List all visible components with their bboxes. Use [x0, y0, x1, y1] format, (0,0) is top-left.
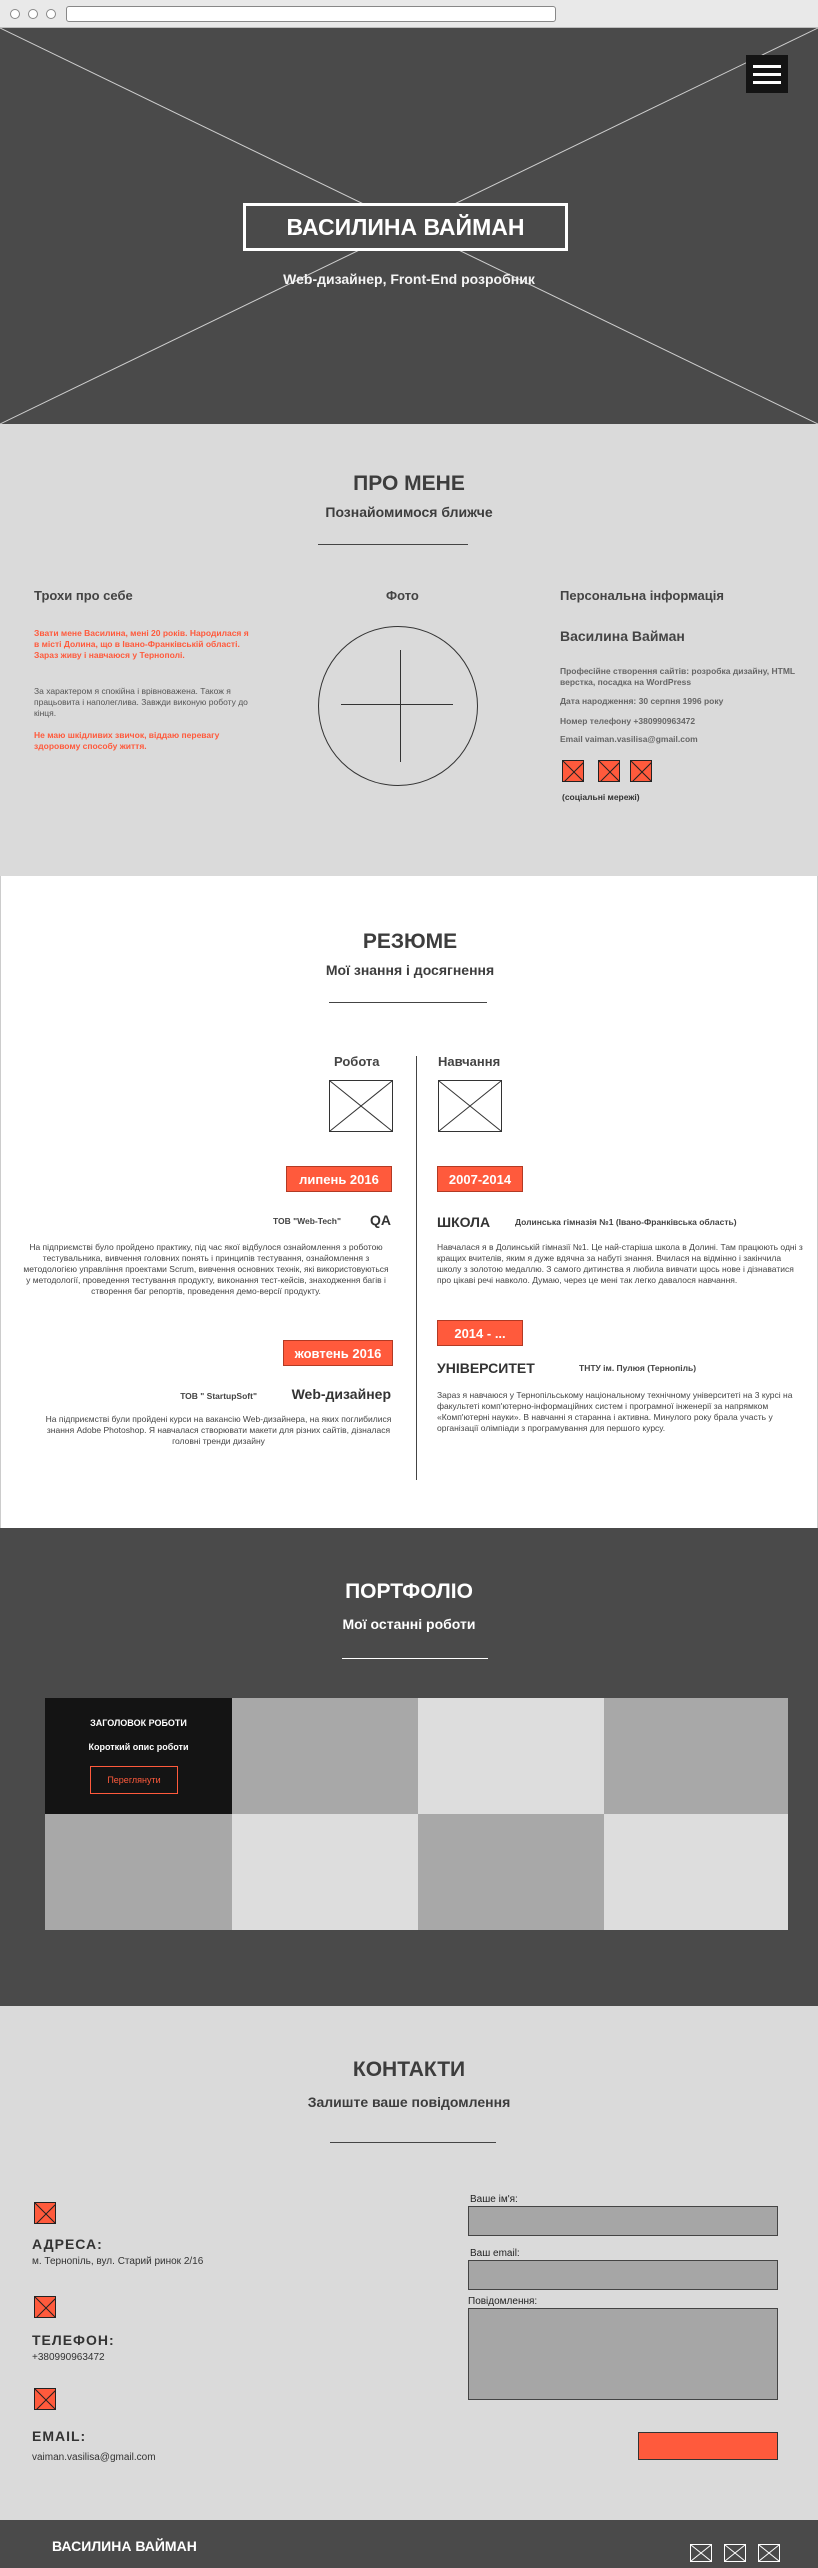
social-icon-2[interactable] — [598, 760, 620, 782]
portfolio-item[interactable] — [604, 1698, 788, 1814]
resume-section: РЕЗЮМЕ Мої знання і досягнення Робота На… — [0, 876, 818, 1528]
photo-placeholder — [318, 626, 478, 786]
social-icon-1[interactable] — [562, 760, 584, 782]
education-kind: УНІВЕРСИТЕТ — [437, 1360, 535, 1376]
portfolio-item[interactable] — [232, 1814, 419, 1930]
about-section: ПРО МЕНЕ Познайомимося ближче Трохи про … — [0, 424, 818, 876]
window-maximize-dot[interactable] — [46, 9, 56, 19]
window-close-dot[interactable] — [10, 9, 20, 19]
message-textarea[interactable] — [468, 2308, 778, 2400]
footer: ВАСИЛИНА ВАЙМАН — [0, 2520, 818, 2568]
email-heading: EMAIL: — [32, 2428, 87, 2444]
contacts-title: КОНТАКТИ — [352, 2058, 466, 2081]
work-role: QA — [370, 1212, 391, 1228]
person-name: Василина Вайман — [560, 628, 685, 644]
address-bar[interactable] — [66, 6, 556, 22]
email-icon — [34, 2388, 56, 2410]
resume-subtitle: Мої знання і досягнення — [325, 962, 495, 978]
education-date-badge: 2007-2014 — [437, 1166, 523, 1192]
about-text-1: Звати мене Василина, мені 20 років. Наро… — [34, 628, 249, 660]
portfolio-item-title: ЗАГОЛОВОК РОБОТИ — [90, 1718, 187, 1728]
work-image-placeholder — [329, 1080, 393, 1132]
hero-name: ВАСИЛИНА ВАЙМАН — [286, 213, 525, 240]
portfolio-item[interactable] — [418, 1698, 605, 1814]
contacts-section: КОНТАКТИ Залиште ваше повідомлення АДРЕС… — [0, 2006, 818, 2520]
photo-heading: Фото — [386, 588, 419, 603]
send-button[interactable] — [638, 2432, 778, 2460]
hero-subtitle: Web-дизайнер, Front-End розробник — [283, 271, 535, 287]
about-title: ПРО МЕНЕ — [353, 472, 465, 495]
work-role: Web-дизайнер — [291, 1386, 391, 1402]
about-text-2: За характером я спокійна і врівноважена.… — [34, 686, 248, 718]
timeline-line — [416, 1056, 417, 1480]
resume-divider — [329, 1002, 487, 1003]
phone-value: +380990963472 — [32, 2352, 105, 2363]
address-value: м. Тернопіль, вул. Старий ринок 2/16 — [32, 2256, 204, 2267]
footer-social-icon-1[interactable] — [690, 2544, 712, 2562]
browser-chrome — [0, 0, 818, 28]
photo-crosshair-v — [400, 650, 401, 762]
education-date-badge: 2014 - ... — [437, 1320, 523, 1346]
portfolio-item[interactable] — [232, 1698, 419, 1814]
footer-name: ВАСИЛИНА ВАЙМАН — [52, 2538, 197, 2554]
contacts-divider — [330, 2142, 496, 2143]
education-description: Зараз я навчаюся у Тернопільському націо… — [437, 1390, 793, 1433]
name-input[interactable] — [468, 2206, 778, 2236]
skills-text: Професійне створення сайтів: розробка ди… — [560, 666, 795, 687]
address-icon — [34, 2202, 56, 2224]
personal-info-heading: Персональна інформація — [560, 588, 724, 603]
portfolio-item-featured[interactable]: ЗАГОЛОВОК РОБОТИ Короткий опис роботи Пе… — [45, 1698, 232, 1814]
hero-title-box: ВАСИЛИНА ВАЙМАН — [243, 203, 568, 251]
about-divider — [318, 544, 468, 545]
portfolio-title: ПОРТФОЛІО — [345, 1580, 473, 1603]
footer-social-icon-2[interactable] — [724, 2544, 746, 2562]
social-caption: (соціальні мережі) — [562, 792, 640, 802]
work-company: ТОВ "Web-Tech" — [273, 1216, 341, 1226]
portfolio-divider — [342, 1658, 488, 1659]
education-kind: ШКОЛА — [437, 1214, 491, 1230]
education-image-placeholder — [438, 1080, 502, 1132]
about-text-3: Не маю шкідливих звичок, віддаю перевагу… — [34, 730, 220, 751]
education-description: Навчалася я в Долинській гімназії №1. Це… — [437, 1242, 803, 1285]
portfolio-section: ПОРТФОЛІО Мої останні роботи ЗАГОЛОВОК Р… — [0, 1528, 818, 2006]
work-company: ТОВ " StartupSoft" — [180, 1391, 257, 1401]
education-heading: Навчання — [438, 1054, 501, 1069]
email-input[interactable] — [468, 2260, 778, 2290]
portfolio-item[interactable] — [45, 1814, 232, 1930]
hero-section: ВАСИЛИНА ВАЙМАН Web-дизайнер, Front-End … — [0, 28, 818, 424]
education-place: Долинська гімназія №1 (Івано-Франківська… — [515, 1217, 737, 1227]
about-subtitle: Познайомимося ближче — [325, 504, 493, 520]
work-description: На підприємстві було пройдено практику, … — [23, 1242, 389, 1296]
footer-social-icon-3[interactable] — [758, 2544, 780, 2562]
view-work-button[interactable]: Переглянути — [90, 1766, 178, 1794]
phone-heading: ТЕЛЕФОН: — [32, 2332, 115, 2348]
email-text: Email vaiman.vasilisa@gmail.com — [560, 734, 698, 744]
phone-text: Номер телефону +380990963472 — [560, 716, 696, 726]
resume-title: РЕЗЮМЕ — [362, 930, 458, 953]
photo-crosshair-h — [341, 704, 453, 705]
portfolio-subtitle: Мої останні роботи — [342, 1616, 476, 1632]
phone-icon — [34, 2296, 56, 2318]
window-minimize-dot[interactable] — [28, 9, 38, 19]
menu-hamburger-icon[interactable] — [746, 55, 788, 93]
work-date-badge: жовтень 2016 — [283, 1340, 393, 1366]
education-place: ТНТУ ім. Пулюя (Тернопіль) — [579, 1363, 697, 1373]
portfolio-item[interactable] — [604, 1814, 788, 1930]
social-icon-3[interactable] — [630, 760, 652, 782]
work-date-badge: липень 2016 — [286, 1166, 392, 1192]
birth-date: Дата народження: 30 серпня 1996 року — [560, 696, 724, 706]
contacts-subtitle: Залиште ваше повідомлення — [307, 2094, 511, 2110]
name-field-label: Ваше ім'я: — [470, 2194, 518, 2205]
message-field-label: Повідомлення: — [468, 2296, 538, 2307]
work-description: На підприємстві були пройдені курси на в… — [45, 1414, 392, 1446]
email-field-label: Ваш email: — [470, 2248, 520, 2259]
work-heading: Робота — [334, 1054, 380, 1069]
about-left-heading: Трохи про себе — [34, 588, 133, 603]
portfolio-item-description: Короткий опис роботи — [88, 1742, 189, 1752]
email-value: vaiman.vasilisa@gmail.com — [32, 2452, 156, 2463]
portfolio-item[interactable] — [418, 1814, 605, 1930]
address-heading: АДРЕСА: — [32, 2236, 103, 2252]
